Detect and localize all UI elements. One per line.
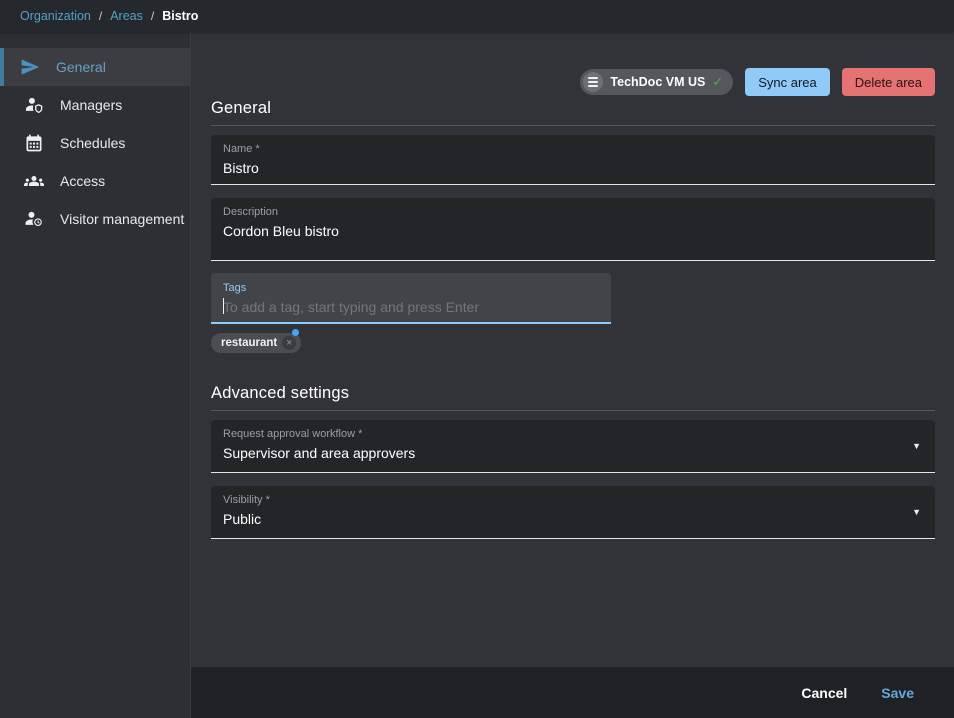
send-icon: [19, 57, 41, 77]
description-field-label: Description: [223, 206, 923, 219]
app-window: Organization / Areas / Bistro General: [0, 0, 954, 718]
sidebar-item-general[interactable]: General: [0, 48, 190, 86]
tag-chip-restaurant[interactable]: restaurant ×: [211, 333, 301, 353]
section-divider: [211, 410, 935, 411]
footer-action-bar: Cancel Save: [191, 667, 954, 718]
cancel-button[interactable]: Cancel: [793, 679, 855, 707]
description-input[interactable]: [223, 222, 923, 240]
breadcrumb-separator: /: [151, 9, 154, 23]
sync-area-button[interactable]: Sync area: [745, 68, 830, 96]
vm-selector-chip[interactable]: TechDoc VM US ✓: [580, 69, 733, 95]
description-field[interactable]: Description: [211, 198, 935, 261]
people-group-icon: [23, 171, 45, 191]
breadcrumb: Organization / Areas / Bistro: [0, 0, 954, 32]
sidebar-item-managers[interactable]: Managers: [0, 86, 190, 124]
chevron-down-icon: ▼: [912, 441, 921, 451]
name-field-label: Name *: [223, 143, 923, 156]
request-approval-workflow-select[interactable]: Request approval workflow * Supervisor a…: [211, 420, 935, 473]
text-cursor: [223, 298, 224, 314]
visitor-clock-icon: [23, 209, 45, 229]
tags-input[interactable]: [223, 298, 599, 316]
save-button[interactable]: Save: [873, 679, 922, 707]
visibility-selected-value: Public: [223, 510, 923, 528]
notification-dot: [292, 329, 299, 336]
breadcrumb-separator: /: [99, 9, 102, 23]
advanced-section-title: Advanced settings: [211, 384, 935, 403]
main-panel: TechDoc VM US ✓ Sync area Delete area Ge…: [191, 32, 954, 718]
sidebar: General Managers: [0, 32, 191, 718]
workflow-selected-value: Supervisor and area approvers: [223, 444, 923, 462]
sidebar-item-access[interactable]: Access: [0, 162, 190, 200]
general-section-title: General: [211, 99, 935, 118]
x-circle-icon[interactable]: ×: [282, 336, 296, 350]
workflow-field-label: Request approval workflow *: [223, 428, 923, 441]
chevron-down-icon: ▼: [912, 507, 921, 517]
name-field[interactable]: Name *: [211, 135, 935, 185]
breadcrumb-organization[interactable]: Organization: [20, 9, 91, 23]
sidebar-item-label: Managers: [60, 97, 122, 113]
delete-area-button[interactable]: Delete area: [842, 68, 935, 96]
visibility-field-label: Visibility *: [223, 494, 923, 507]
visibility-select[interactable]: Visibility * Public ▼: [211, 486, 935, 539]
manager-shield-icon: [23, 95, 45, 115]
sidebar-item-label: Schedules: [60, 135, 125, 151]
name-input[interactable]: [223, 159, 923, 177]
check-icon: ✓: [712, 74, 723, 90]
breadcrumb-areas[interactable]: Areas: [110, 9, 143, 23]
tag-list: restaurant ×: [211, 333, 935, 353]
sidebar-item-label: Access: [60, 173, 105, 189]
tags-field[interactable]: Tags: [211, 273, 611, 324]
breadcrumb-current-bistro: Bistro: [162, 9, 198, 23]
section-divider: [211, 125, 935, 126]
sidebar-item-schedules[interactable]: Schedules: [0, 124, 190, 162]
sidebar-item-label: General: [56, 59, 106, 75]
sidebar-item-visitor-management[interactable]: Visitor management: [0, 200, 190, 238]
server-lines-icon: [583, 72, 603, 92]
toolbar: TechDoc VM US ✓ Sync area Delete area: [211, 68, 935, 96]
calendar-icon: [23, 133, 45, 153]
area-settings-content: TechDoc VM US ✓ Sync area Delete area Ge…: [191, 32, 954, 667]
tag-chip-label: restaurant: [221, 337, 277, 349]
sidebar-item-label: Visitor management: [60, 211, 184, 227]
vm-chip-label: TechDoc VM US: [610, 75, 705, 89]
tags-field-label: Tags: [223, 282, 599, 295]
